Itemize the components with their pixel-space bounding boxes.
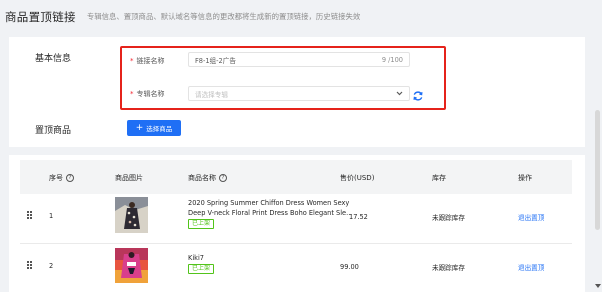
page: 商品置顶链接 专辑信息、置顶商品、默认域名等信息的更改都将生成新的置顶链接，历史…: [0, 0, 602, 292]
unpin-button[interactable]: 退出置顶: [518, 262, 544, 272]
select-products-button[interactable]: + 选择商品: [127, 120, 181, 136]
th-price: 售价(USD): [340, 174, 375, 182]
required-star: *: [130, 57, 134, 65]
product-stock: 未跟踪库存: [432, 264, 465, 272]
status-badge: 已上架: [188, 219, 215, 229]
link-name-input[interactable]: F8-1组-2广告 9 /100: [188, 52, 410, 67]
row-index: 1: [49, 212, 54, 220]
question-circle-icon[interactable]: ?: [66, 174, 74, 182]
chevron-down-icon: [396, 89, 403, 98]
th-name: 商品名称?: [188, 173, 227, 183]
pinned-products-label: 置顶商品: [35, 126, 72, 136]
link-name-label: * 链接名称: [130, 57, 165, 65]
product-image: [115, 197, 148, 233]
char-count: 9 /100: [381, 55, 403, 64]
status-badge: 已上架: [188, 264, 215, 274]
page-description: 专辑信息、置顶商品、默认域名等信息的更改都将生成新的置顶链接，历史链接失效: [86, 12, 361, 21]
basic-info-label: 基本信息: [35, 54, 72, 64]
scrollbar-thumb[interactable]: [595, 110, 600, 230]
refresh-icon[interactable]: [412, 87, 424, 101]
th-image: 商品图片: [115, 174, 143, 182]
select-products-label: 选择商品: [146, 125, 173, 133]
product-name: Kiki7 已上架: [188, 253, 348, 274]
product-price: 99.00: [340, 263, 359, 271]
scroll-down-arrow-icon[interactable]: [595, 284, 601, 290]
album-select[interactable]: 请选择专辑: [188, 86, 410, 101]
product-image: [115, 248, 148, 283]
question-circle-icon[interactable]: ?: [219, 174, 227, 182]
th-index: 序号?: [49, 173, 74, 183]
page-title: 商品置顶链接: [5, 9, 76, 24]
row-index: 2: [49, 262, 54, 270]
unpin-button[interactable]: 退出置顶: [518, 212, 544, 222]
drag-handle-icon[interactable]: [27, 261, 32, 269]
row-divider: [20, 243, 572, 244]
product-price: 17.52: [349, 213, 368, 221]
th-action: 操作: [518, 174, 532, 182]
album-select-placeholder: 请选择专辑: [195, 90, 228, 99]
scrollbar[interactable]: [594, 0, 602, 292]
album-name-label: * 专辑名称: [130, 90, 165, 98]
product-name: 2020 Spring Summer Chiffon Dress Women S…: [188, 199, 353, 229]
required-star: *: [130, 90, 134, 98]
drag-handle-icon[interactable]: [27, 211, 32, 219]
plus-icon: +: [135, 122, 144, 133]
page-header: 商品置顶链接 专辑信息、置顶商品、默认域名等信息的更改都将生成新的置顶链接，历史…: [0, 0, 602, 33]
table-header: [20, 160, 572, 194]
th-stock: 库存: [432, 174, 446, 182]
product-stock: 未跟踪库存: [432, 214, 465, 222]
link-name-value: F8-1组-2广告: [195, 56, 236, 65]
